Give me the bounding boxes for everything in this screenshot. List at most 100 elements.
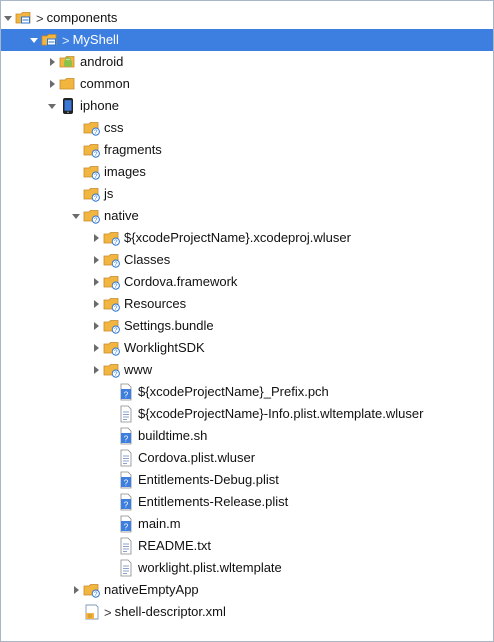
tree-row-label: ${xcodeProjectName}_Prefix.pch bbox=[138, 384, 329, 399]
tree-row-prefix: > bbox=[62, 32, 70, 48]
text-file-icon bbox=[117, 559, 135, 577]
collapse-arrow-icon[interactable] bbox=[91, 359, 101, 381]
tree-row-label: Settings.bundle bbox=[124, 318, 214, 333]
tree-row[interactable]: ? css bbox=[1, 117, 493, 139]
folder-unknown-icon: ? bbox=[83, 163, 101, 181]
tree-row[interactable]: iphone bbox=[1, 95, 493, 117]
tree-row[interactable]: ? Entitlements-Debug.plist bbox=[1, 469, 493, 491]
tree-toggle-spacer bbox=[71, 139, 81, 161]
folder-icon bbox=[59, 75, 77, 93]
tree-row[interactable]: ? Cordova.framework bbox=[1, 271, 493, 293]
collapse-arrow-icon[interactable] bbox=[91, 315, 101, 337]
tree-row[interactable]: ? images bbox=[1, 161, 493, 183]
project-folder-icon bbox=[15, 9, 33, 27]
project-explorer-tree[interactable]: > components > MyShell android common iphone? c… bbox=[0, 0, 494, 642]
expand-arrow-icon[interactable] bbox=[71, 205, 81, 227]
collapse-arrow-icon[interactable] bbox=[47, 73, 57, 95]
tree-row-label: common bbox=[80, 76, 130, 91]
text-file-icon bbox=[117, 405, 135, 423]
tree-toggle-spacer bbox=[71, 161, 81, 183]
tree-row[interactable]: ? js bbox=[1, 183, 493, 205]
collapse-arrow-icon[interactable] bbox=[91, 249, 101, 271]
svg-text:?: ? bbox=[124, 435, 129, 444]
iphone-icon bbox=[59, 97, 77, 115]
tree-toggle-spacer bbox=[105, 447, 115, 469]
tree-toggle-spacer bbox=[105, 491, 115, 513]
expand-arrow-icon[interactable] bbox=[29, 29, 39, 51]
tree-row[interactable]: ${xcodeProjectName}-Info.plist.wltemplat… bbox=[1, 403, 493, 425]
tree-row[interactable]: Cordova.plist.wluser bbox=[1, 447, 493, 469]
tree-toggle-spacer bbox=[71, 601, 81, 623]
tree-row-label: Classes bbox=[124, 252, 171, 267]
tree-row[interactable]: ? main.m bbox=[1, 513, 493, 535]
tree-row-prefix: > bbox=[104, 604, 112, 620]
folder-unknown-icon: ? bbox=[83, 141, 101, 159]
tree-row-label: WorklightSDK bbox=[124, 340, 205, 355]
collapse-arrow-icon[interactable] bbox=[91, 271, 101, 293]
tree-row-label: Resources bbox=[124, 296, 187, 311]
file-unknown-icon: ? bbox=[117, 493, 135, 511]
tree-row[interactable]: ? native bbox=[1, 205, 493, 227]
tree-toggle-spacer bbox=[105, 557, 115, 579]
svg-text:?: ? bbox=[124, 391, 129, 400]
tree-row[interactable]: > components bbox=[1, 7, 493, 29]
tree-row[interactable]: worklight.plist.wltemplate bbox=[1, 557, 493, 579]
tree-toggle-spacer bbox=[71, 117, 81, 139]
tree-row-label: fragments bbox=[104, 142, 162, 157]
tree-row[interactable]: ? Resources bbox=[1, 293, 493, 315]
tree-row-label: Entitlements-Release.plist bbox=[138, 494, 289, 509]
folder-unknown-icon: ? bbox=[83, 581, 101, 599]
tree-row[interactable]: ? WorklightSDK bbox=[1, 337, 493, 359]
collapse-arrow-icon[interactable] bbox=[91, 293, 101, 315]
tree-row[interactable]: android bbox=[1, 51, 493, 73]
folder-unknown-icon: ? bbox=[83, 207, 101, 225]
file-unknown-icon: ? bbox=[117, 515, 135, 533]
folder-unknown-icon: ? bbox=[103, 339, 121, 357]
tree-row-label: components bbox=[46, 10, 118, 25]
tree-row[interactable]: ? fragments bbox=[1, 139, 493, 161]
folder-unknown-icon: ? bbox=[103, 273, 121, 291]
tree-row-label: iphone bbox=[80, 98, 120, 113]
tree-row-label: android bbox=[80, 54, 124, 69]
collapse-arrow-icon[interactable] bbox=[47, 51, 57, 73]
folder-unknown-icon: ? bbox=[83, 185, 101, 203]
text-file-icon bbox=[117, 537, 135, 555]
file-unknown-icon: ? bbox=[117, 383, 135, 401]
expand-arrow-icon[interactable] bbox=[3, 7, 13, 29]
tree-toggle-spacer bbox=[71, 183, 81, 205]
collapse-arrow-icon[interactable] bbox=[91, 227, 101, 249]
tree-row[interactable]: ? www bbox=[1, 359, 493, 381]
tree-row[interactable]: common bbox=[1, 73, 493, 95]
tree-row-label: README.txt bbox=[138, 538, 211, 553]
file-unknown-icon: ? bbox=[117, 471, 135, 489]
tree-row-label: js bbox=[104, 186, 114, 201]
svg-text:?: ? bbox=[124, 501, 129, 510]
folder-unknown-icon: ? bbox=[83, 119, 101, 137]
tree-row[interactable]: ? ${xcodeProjectName}.xcodeproj.wluser bbox=[1, 227, 493, 249]
tree-row-label: ${xcodeProjectName}-Info.plist.wltemplat… bbox=[138, 406, 424, 421]
svg-text:?: ? bbox=[124, 479, 129, 488]
tree-toggle-spacer bbox=[105, 469, 115, 491]
tree-row[interactable]: > MyShell bbox=[1, 29, 493, 51]
folder-unknown-icon: ? bbox=[103, 229, 121, 247]
tree-row-label: shell-descriptor.xml bbox=[114, 604, 226, 619]
tree-row[interactable]: README.txt bbox=[1, 535, 493, 557]
tree-row[interactable]: ? Classes bbox=[1, 249, 493, 271]
tree-toggle-spacer bbox=[105, 535, 115, 557]
tree-toggle-spacer bbox=[105, 425, 115, 447]
expand-arrow-icon[interactable] bbox=[47, 95, 57, 117]
tree-row[interactable]: ? Entitlements-Release.plist bbox=[1, 491, 493, 513]
tree-row[interactable]: ? buildtime.sh bbox=[1, 425, 493, 447]
tree-row[interactable]: ? ${xcodeProjectName}_Prefix.pch bbox=[1, 381, 493, 403]
tree-row[interactable]: ? Settings.bundle bbox=[1, 315, 493, 337]
tree-row[interactable]: ? nativeEmptyApp bbox=[1, 579, 493, 601]
tree-row-label: images bbox=[104, 164, 146, 179]
tree-row-label: native bbox=[104, 208, 139, 223]
collapse-arrow-icon[interactable] bbox=[71, 579, 81, 601]
collapse-arrow-icon[interactable] bbox=[91, 337, 101, 359]
tree-row-label: Cordova.plist.wluser bbox=[138, 450, 256, 465]
tree-toggle-spacer bbox=[105, 381, 115, 403]
folder-unknown-icon: ? bbox=[103, 295, 121, 313]
tree-row-label: worklight.plist.wltemplate bbox=[138, 560, 282, 575]
tree-row[interactable]: > shell-descriptor.xml bbox=[1, 601, 493, 623]
